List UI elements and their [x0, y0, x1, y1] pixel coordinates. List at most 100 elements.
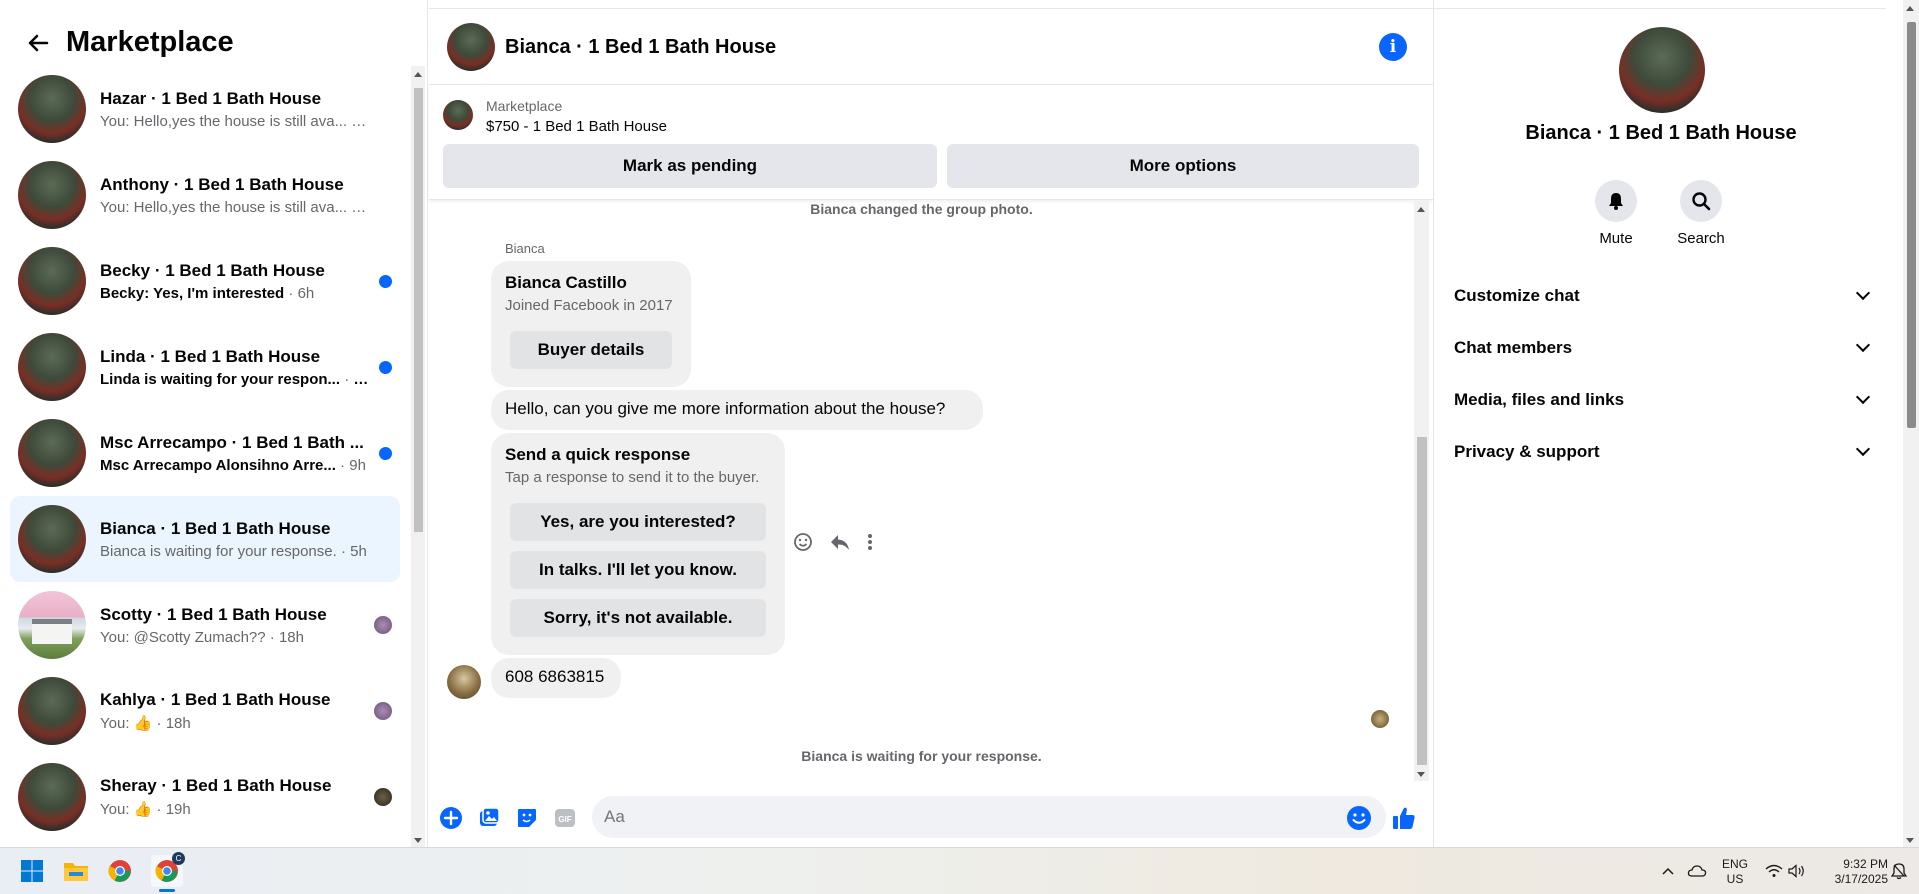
page-scrollbar[interactable]: [1903, 0, 1919, 847]
notification-bell-icon[interactable]: [1885, 857, 1913, 885]
mark-as-pending-button[interactable]: Mark as pending: [443, 144, 937, 188]
conversation-snippet: Becky: Yes, I'm interested · 6h: [100, 284, 315, 302]
onedrive-icon[interactable]: [1683, 857, 1711, 885]
mute-button[interactable]: Mute: [1576, 180, 1656, 247]
section-customize-chat[interactable]: Customize chat: [1454, 274, 1874, 318]
conversation-list: Hazar · 1 Bed 1 Bath House You: Hello,ye…: [0, 66, 410, 847]
avatar: [18, 505, 86, 573]
listing-thumbnail[interactable]: [443, 100, 473, 130]
chevron-up-icon[interactable]: [1654, 857, 1682, 885]
chevron-down-icon: [1855, 389, 1871, 405]
photo-icon[interactable]: [476, 805, 502, 831]
conversation-snippet: You: Hello,yes the house is still ava...…: [100, 198, 370, 216]
conversation-item-linda[interactable]: Linda · 1 Bed 1 Bath House Linda is wait…: [10, 324, 400, 410]
conversation-name: Scotty · 1 Bed 1 Bath House: [100, 604, 327, 624]
avatar[interactable]: [1619, 27, 1705, 113]
listing-title[interactable]: $750 - 1 Bed 1 Bath House: [486, 118, 667, 135]
scroll-down-icon[interactable]: [414, 838, 422, 843]
reply-icon[interactable]: [829, 532, 851, 552]
sidebar-scrollbar[interactable]: [411, 66, 425, 847]
clock[interactable]: 9:32 PM 3/17/2025: [1812, 857, 1888, 887]
search-button[interactable]: Search: [1661, 180, 1741, 247]
conversation-item-anthony[interactable]: Anthony · 1 Bed 1 Bath House You: Hello,…: [10, 152, 400, 238]
scroll-up-icon[interactable]: [414, 72, 422, 77]
conversation-name: Hazar · 1 Bed 1 Bath House: [100, 88, 322, 108]
search-label: Search: [1677, 230, 1725, 247]
file-explorer-icon[interactable]: [62, 857, 90, 885]
buyer-details-button[interactable]: Buyer details: [510, 331, 672, 369]
message-bubble: 608 6863815: [491, 658, 621, 698]
message-thread: Bianca changed the group photo. Bianca B…: [429, 201, 1414, 781]
conversation-snippet: Msc Arrecampo Alonsihno Arre... · 9h: [100, 456, 366, 474]
message-text: 608 6863815: [505, 667, 605, 686]
section-privacy-support[interactable]: Privacy & support: [1454, 430, 1874, 474]
scroll-up-icon[interactable]: [1417, 207, 1425, 212]
chat-title[interactable]: Bianca · 1 Bed 1 Bath House: [505, 36, 776, 59]
conversation-item-becky[interactable]: Becky · 1 Bed 1 Bath House Becky: Yes, I…: [10, 238, 400, 324]
language-indicator[interactable]: ENG US: [1718, 857, 1752, 887]
avatar: [18, 247, 86, 315]
chevron-down-icon: [1855, 441, 1871, 457]
page-title: Marketplace: [66, 26, 234, 58]
chat-info-title: Bianca · 1 Bed 1 Bath House: [1525, 122, 1797, 144]
plus-icon[interactable]: [438, 805, 464, 831]
section-chat-members[interactable]: Chat members: [1454, 326, 1874, 370]
message-text: Hello, can you give me more information …: [505, 399, 946, 418]
info-icon[interactable]: i: [1379, 33, 1407, 61]
sticker-icon[interactable]: [514, 805, 540, 831]
language-code: ENG: [1721, 857, 1748, 871]
conversation-item-hazar[interactable]: Hazar · 1 Bed 1 Bath House You: Hello,ye…: [10, 66, 400, 152]
chrome-profile-badge: C: [172, 852, 185, 865]
scroll-down-icon[interactable]: [1417, 772, 1425, 777]
avatar: [18, 333, 86, 401]
quick-response-subtitle: Tap a response to send it to the buyer.: [505, 469, 760, 486]
unread-dot-icon: [379, 447, 392, 460]
emoji-icon[interactable]: [1346, 805, 1372, 831]
avatar: [18, 161, 86, 229]
conversation-item-msc-arrecampo[interactable]: Msc Arrecampo · 1 Bed 1 Bath ... Msc Arr…: [10, 410, 400, 496]
chevron-down-icon: [1855, 337, 1871, 353]
windows-start-icon[interactable]: [18, 857, 46, 885]
scroll-thumb[interactable]: [1907, 22, 1916, 428]
messenger-app: Marketplace Hazar · 1 Bed 1 Bath House Y…: [0, 0, 1919, 847]
windows-taskbar: C ENG US 9:32 PM 3/17/2025: [0, 847, 1919, 894]
chevron-down-icon: [1855, 285, 1871, 301]
avatar[interactable]: [447, 23, 495, 71]
volume-icon[interactable]: [1783, 857, 1811, 885]
avatar: [18, 677, 86, 745]
scroll-down-icon[interactable]: [1906, 838, 1914, 843]
conversation-item-bianca[interactable]: Bianca · 1 Bed 1 Bath House Bianca is wa…: [10, 496, 400, 582]
section-media-files-links[interactable]: Media, files and links: [1454, 378, 1874, 422]
quick-response-yes-button[interactable]: Yes, are you interested?: [510, 503, 766, 541]
conversation-snippet: Linda is waiting for your respon... · 7h: [100, 370, 370, 388]
scroll-thumb[interactable]: [414, 88, 423, 532]
conversation-item-sheray[interactable]: Sheray · 1 Bed 1 Bath House You: 👍 · 19h: [10, 754, 400, 840]
sender-avatar[interactable]: [447, 665, 481, 699]
sender-name: Bianca: [505, 241, 545, 256]
conversation-name: Linda · 1 Bed 1 Bath House: [100, 346, 321, 366]
read-receipt-avatar: [1371, 710, 1389, 728]
conversation-item-scotty[interactable]: Scotty · 1 Bed 1 Bath House You: @Scotty…: [10, 582, 400, 668]
chat-scrollbar[interactable]: [1414, 201, 1429, 781]
gif-icon[interactable]: GIF: [552, 805, 578, 831]
conversation-item-kahlya[interactable]: Kahlya · 1 Bed 1 Bath House You: 👍 · 18h: [10, 668, 400, 754]
conversation-name: Bianca · 1 Bed 1 Bath House: [100, 518, 331, 538]
scroll-thumb[interactable]: [1417, 437, 1427, 765]
conversation-name: Becky · 1 Bed 1 Bath House: [100, 260, 325, 280]
seen-avatar: [374, 616, 392, 634]
conversation-snippet: You: Hello,yes the house is still ava...…: [100, 112, 370, 130]
chrome-profile-icon[interactable]: C: [151, 852, 185, 892]
scroll-up-icon[interactable]: [1906, 6, 1914, 11]
conversation-snippet: You: 👍 · 18h: [100, 715, 191, 732]
more-options-button[interactable]: More options: [947, 144, 1419, 188]
more-icon[interactable]: [867, 532, 873, 552]
message-actions: [793, 532, 873, 552]
quick-response-talks-button[interactable]: In talks. I'll let you know.: [510, 551, 766, 589]
react-icon[interactable]: [793, 532, 813, 552]
message-input[interactable]: [592, 796, 1386, 838]
conversation-sidebar: Marketplace Hazar · 1 Bed 1 Bath House Y…: [0, 0, 428, 847]
chrome-icon[interactable]: [106, 857, 134, 885]
back-arrow-icon[interactable]: [18, 23, 58, 63]
thumbs-up-icon[interactable]: [1391, 805, 1417, 831]
quick-response-unavailable-button[interactable]: Sorry, it's not available.: [510, 599, 766, 637]
